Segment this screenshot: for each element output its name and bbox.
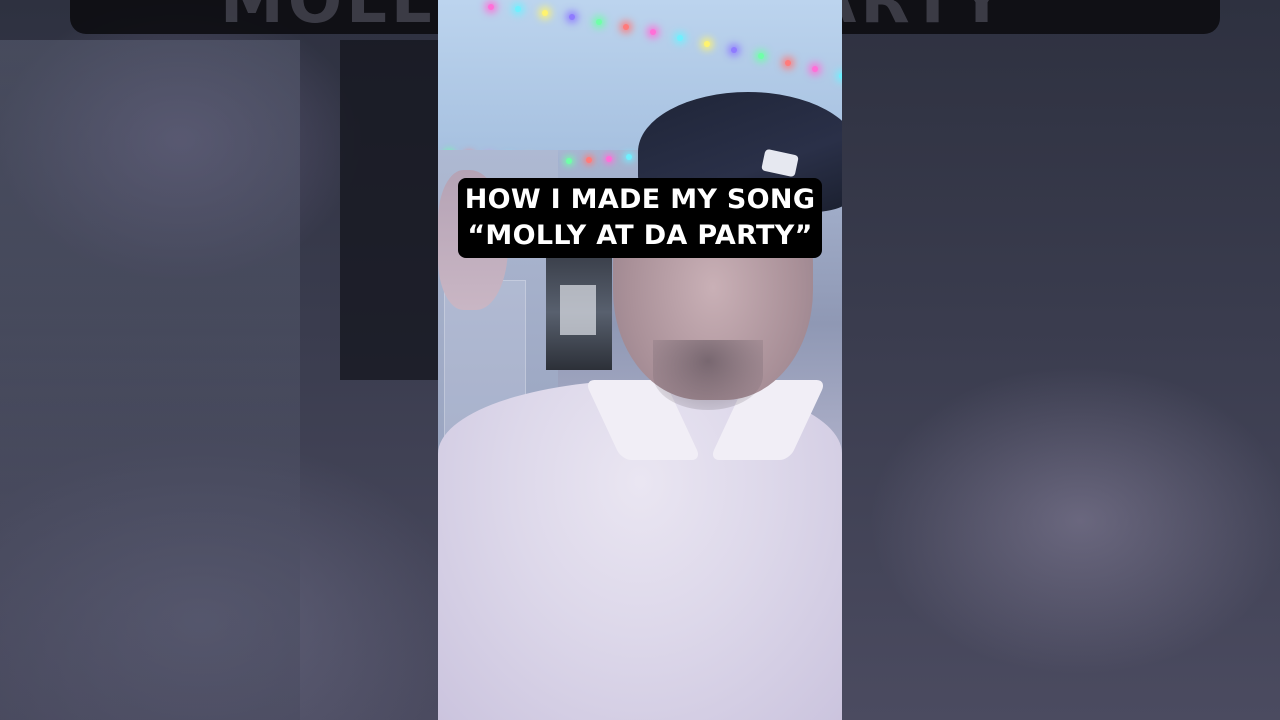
light-bulb xyxy=(488,4,494,10)
background-poster xyxy=(340,40,440,380)
light-bulb xyxy=(606,155,612,162)
light-bulb xyxy=(566,157,572,164)
wall-poster xyxy=(546,255,612,370)
video-caption: HOW I MADE MY SONG “MOLLY AT DA PARTY” xyxy=(458,178,822,258)
light-bulb xyxy=(596,18,602,25)
caption-line-2: “MOLLY AT DA PARTY” xyxy=(467,220,813,251)
light-bulb xyxy=(785,59,791,66)
light-bulb xyxy=(623,23,629,30)
light-bulb xyxy=(839,73,842,80)
poster-figure xyxy=(560,285,596,335)
beard xyxy=(653,340,763,410)
caption-line-1: HOW I MADE MY SONG xyxy=(464,184,816,215)
light-bulb xyxy=(731,46,737,53)
light-bulb xyxy=(586,157,592,164)
light-bulb xyxy=(677,34,683,41)
light-bulb xyxy=(704,40,710,47)
video-frame[interactable] xyxy=(438,0,842,720)
light-bulb xyxy=(626,154,632,161)
background-door xyxy=(0,40,300,720)
